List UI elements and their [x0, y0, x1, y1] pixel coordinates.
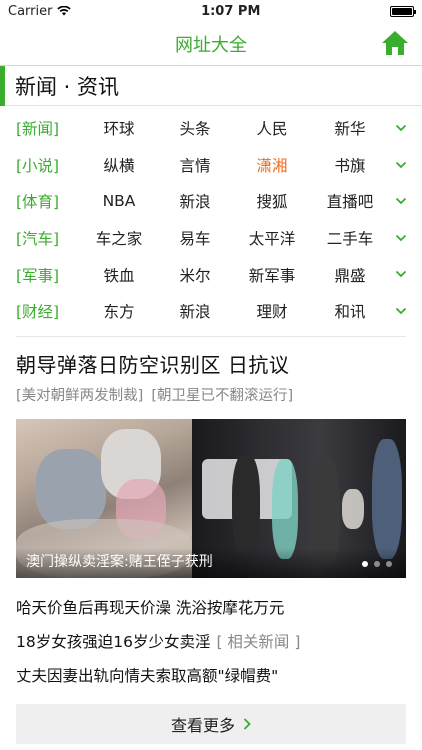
wifi-icon — [57, 6, 72, 16]
category-label[interactable]: [财经] — [16, 300, 59, 322]
see-more-button[interactable]: 查看更多 — [16, 704, 406, 744]
status-bar: Carrier 1:07 PM — [0, 0, 422, 22]
site-row: [军事] 铁血 米尔 新军事 鼎盛 — [0, 256, 422, 293]
site-link[interactable]: 和讯 — [334, 300, 365, 322]
clock: 1:07 PM — [201, 3, 261, 19]
site-link[interactable]: 米尔 — [179, 264, 210, 286]
site-link[interactable]: 太平洋 — [249, 227, 296, 249]
site-link[interactable]: 新军事 — [249, 264, 296, 286]
category-label[interactable]: [军事] — [16, 264, 59, 286]
site-link[interactable]: NBA — [103, 192, 136, 210]
list-item[interactable]: 哈天价鱼后再现天价澡 洗浴按摩花万元 — [16, 590, 406, 624]
carousel-dot[interactable] — [374, 561, 380, 567]
site-link[interactable]: 书旗 — [334, 154, 365, 176]
site-link[interactable]: 新浪 — [179, 190, 210, 212]
site-row: [财经] 东方 新浪 理财 和讯 — [0, 293, 422, 330]
page-title: 网址大全 — [175, 34, 247, 56]
chevron-down-icon[interactable] — [395, 306, 407, 316]
chevron-down-icon[interactable] — [395, 160, 407, 170]
carrier-label: Carrier — [8, 3, 53, 19]
carousel-dots[interactable] — [362, 561, 392, 567]
list-item[interactable]: 18岁女孩强迫16岁少女卖淫 [ 相关新闻 ] — [16, 624, 406, 658]
chevron-right-icon — [243, 718, 251, 730]
site-link[interactable]: 东方 — [103, 300, 134, 322]
headline-sublink[interactable]: [朝卫星已不翻滚运行] — [151, 384, 293, 405]
site-link[interactable]: 车之家 — [96, 227, 143, 249]
site-link[interactable]: 易车 — [179, 227, 210, 249]
site-link[interactable]: 人民 — [256, 117, 287, 139]
banner-caption: 澳门操纵卖淫案:赌王侄子获刑 — [26, 554, 213, 570]
news-title: 18岁女孩强迫16岁少女卖淫 — [16, 633, 211, 651]
section-title: 新闻 · 资讯 — [15, 74, 120, 99]
carousel-dot[interactable] — [386, 561, 392, 567]
chevron-down-icon[interactable] — [395, 123, 407, 133]
news-banner[interactable]: 澳门操纵卖淫案:赌王侄子获刑 — [16, 419, 406, 578]
site-link[interactable]: 头条 — [179, 117, 210, 139]
site-link[interactable]: 纵横 — [103, 154, 134, 176]
site-grid: [新闻] 环球 头条 人民 新华 [小说] 纵横 言情 潇湘 书旗 [体育] NBA 新浪 搜狐 直播吧 [汽… — [0, 106, 422, 336]
battery-icon — [389, 5, 416, 17]
site-link[interactable]: 言情 — [179, 154, 210, 176]
list-item[interactable]: 丈夫因妻出轨向情夫索取高额"绿帽费" — [16, 658, 406, 692]
home-icon[interactable] — [380, 29, 410, 57]
chevron-down-icon[interactable] — [395, 233, 407, 243]
site-link[interactable]: 铁血 — [103, 264, 134, 286]
chevron-down-icon[interactable] — [395, 196, 407, 206]
carousel-dot[interactable] — [362, 561, 368, 567]
site-link[interactable]: 新浪 — [179, 300, 210, 322]
news-list: 哈天价鱼后再现天价澡 洗浴按摩花万元 18岁女孩强迫16岁少女卖淫 [ 相关新闻… — [16, 590, 406, 692]
nav-bar: 网址大全 — [0, 22, 422, 66]
headline-sublink[interactable]: [美对朝鲜两发制裁] — [16, 384, 143, 405]
site-link[interactable]: 新华 — [334, 117, 365, 139]
site-link[interactable]: 直播吧 — [327, 190, 374, 212]
section-header: 新闻 · 资讯 — [0, 65, 422, 106]
headline-sublinks: [美对朝鲜两发制裁] [朝卫星已不翻滚运行] — [0, 378, 422, 405]
site-link[interactable]: 理财 — [256, 300, 287, 322]
see-more-label: 查看更多 — [170, 716, 235, 735]
site-row: [新闻] 环球 头条 人民 新华 — [0, 110, 422, 147]
site-link[interactable]: 潇湘 — [256, 154, 287, 176]
site-link[interactable]: 环球 — [103, 117, 134, 139]
related-news-link[interactable]: [ 相关新闻 ] — [216, 630, 300, 652]
category-label[interactable]: [体育] — [16, 190, 59, 212]
site-row: [汽车] 车之家 易车 太平洋 二手车 — [0, 220, 422, 257]
site-row: [小说] 纵横 言情 潇湘 书旗 — [0, 147, 422, 184]
site-link[interactable]: 二手车 — [327, 227, 374, 249]
category-label[interactable]: [小说] — [16, 154, 59, 176]
site-row: [体育] NBA 新浪 搜狐 直播吧 — [0, 183, 422, 220]
section-accent-bar — [0, 65, 5, 106]
chevron-down-icon[interactable] — [395, 269, 407, 279]
headline-title[interactable]: 朝导弹落日防空识别区 日抗议 — [0, 337, 422, 378]
category-label[interactable]: [新闻] — [16, 117, 59, 139]
site-link[interactable]: 搜狐 — [256, 190, 287, 212]
news-title: 哈天价鱼后再现天价澡 洗浴按摩花万元 — [16, 599, 285, 617]
site-link[interactable]: 鼎盛 — [334, 264, 365, 286]
news-title: 丈夫因妻出轨向情夫索取高额"绿帽费" — [16, 667, 279, 685]
category-label[interactable]: [汽车] — [16, 227, 59, 249]
